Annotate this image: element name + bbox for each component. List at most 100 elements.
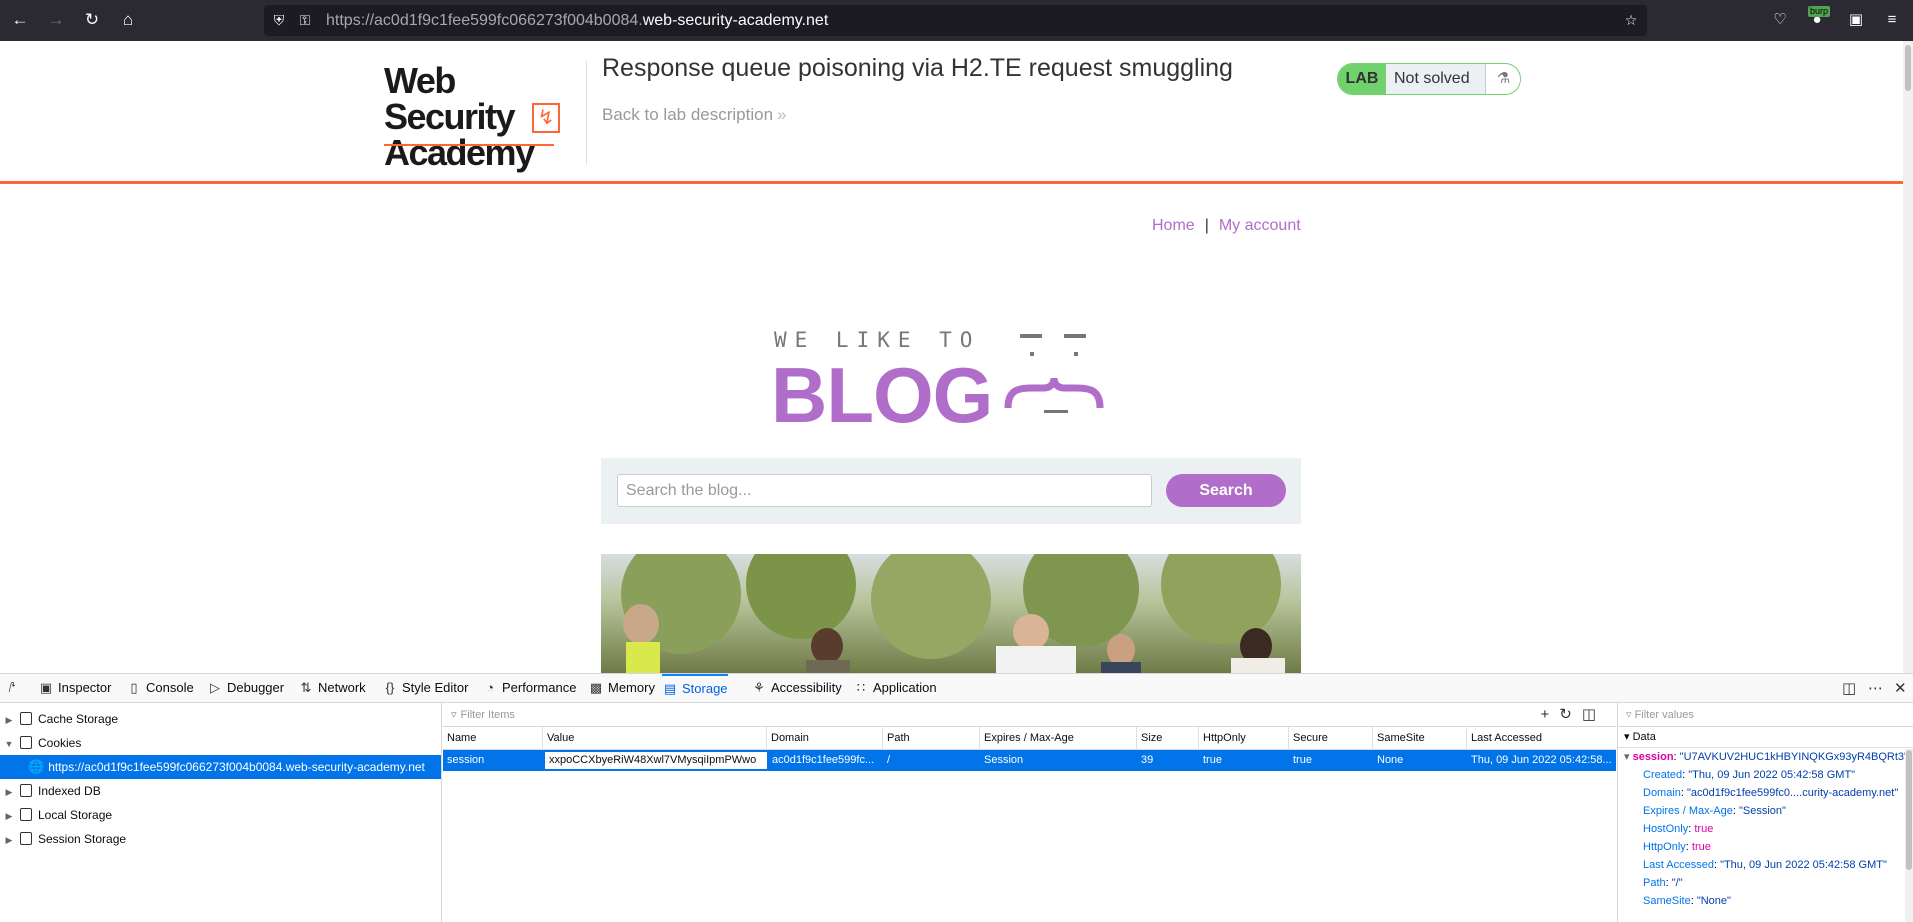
element-picker-icon[interactable]: ⭚ <box>4 674 24 702</box>
tree-indexed-db[interactable]: ▶ Indexed DB <box>0 779 441 803</box>
tab-console[interactable]: ▯ Console <box>126 674 193 702</box>
lab-title: Response queue poisoning via H2.TE reque… <box>602 54 1233 82</box>
tree-local-storage[interactable]: ▶ Local Storage <box>0 803 441 827</box>
pocket-icon[interactable]: ♡ <box>1769 10 1791 30</box>
data-entry-key: Expires / Max-Age <box>1643 805 1733 817</box>
col-name[interactable]: Name <box>443 727 543 750</box>
forward-arrow-icon[interactable]: → <box>46 10 66 30</box>
url-text[interactable]: https://ac0d1f9c1fee599fc066273f004b0084… <box>326 12 828 30</box>
bookmark-star-icon[interactable]: ☆ <box>1622 11 1640 29</box>
data-entry[interactable]: SameSite: "None" <box>1618 892 1913 910</box>
search-input[interactable]: Search the blog... <box>617 474 1152 507</box>
my-account-link[interactable]: My account <box>1219 217 1301 234</box>
cell-size[interactable]: 39 <box>1137 750 1199 771</box>
col-value[interactable]: Value <box>543 727 767 750</box>
dock-icon[interactable]: ◫ <box>1842 679 1856 697</box>
memory-icon: ▩ <box>589 680 603 695</box>
cell-samesite[interactable]: None <box>1373 750 1467 771</box>
accessibility-icon: ⚘ <box>753 680 765 695</box>
refresh-icon[interactable]: ↻ <box>1559 706 1582 723</box>
more-options-icon[interactable]: ⋯ <box>1868 679 1883 697</box>
header-divider <box>586 61 587 165</box>
shield-icon[interactable]: ⛨ <box>270 11 288 29</box>
col-httponly[interactable]: HttpOnly <box>1199 727 1289 750</box>
data-entry-key: HttpOnly <box>1643 841 1686 853</box>
tab-style-editor[interactable]: {} Style Editor <box>382 674 469 702</box>
col-secure[interactable]: Secure <box>1289 727 1373 750</box>
tree-cookies[interactable]: ▼ Cookies <box>0 731 441 755</box>
col-expires[interactable]: Expires / Max-Age <box>980 727 1137 750</box>
back-arrow-icon[interactable]: ← <box>10 10 30 30</box>
lab-header: Web Security Academy ↯ Response queue po… <box>0 41 1903 184</box>
home-icon[interactable]: ⌂ <box>118 10 138 30</box>
tab-debugger[interactable]: ▷ Debugger <box>207 674 284 702</box>
network-icon: ⇅ <box>300 680 312 695</box>
filter-items-input[interactable]: ▿ Filter Items <box>443 703 1616 727</box>
reload-icon[interactable]: ↻ <box>82 10 102 30</box>
cell-path[interactable]: / <box>883 750 980 771</box>
cell-value-editor[interactable]: xxpoCCXbyeRiW48Xwl7VMysqiIpmPWwo <box>544 751 768 770</box>
devtools-tabs: ⭚ ▣ Inspector ▯ Console ▷ Debugger ⇅ Network… <box>0 674 1913 703</box>
blog-post-image[interactable] <box>601 554 1301 673</box>
tab-performance[interactable]: ◔ Performance <box>482 674 576 702</box>
database-icon <box>20 832 32 845</box>
browser-toolbar: ← → ↻ ⌂ ⛨ ⚿ https://ac0d1f9c1fee599fc066… <box>0 0 1913 41</box>
col-samesite[interactable]: SameSite <box>1373 727 1467 750</box>
url-bar[interactable]: ⛨ ⚿ https://ac0d1f9c1fee599fc066273f004b… <box>264 5 1647 36</box>
data-scrollbar[interactable] <box>1905 749 1913 922</box>
data-entry-key: Created <box>1643 769 1683 781</box>
globe-icon: 🌐 <box>28 759 45 774</box>
cell-httponly[interactable]: true <box>1199 750 1289 771</box>
tab-memory[interactable]: ▩ Memory <box>588 674 655 702</box>
data-entry[interactable]: Expires / Max-Age: "Session" <box>1618 802 1913 820</box>
lab-badge: LAB <box>1338 64 1386 94</box>
academy-logo[interactable]: Web Security Academy ↯ <box>384 63 584 171</box>
data-entry[interactable]: HttpOnly: true <box>1618 838 1913 856</box>
tab-inspector[interactable]: ▣ Inspector <box>38 674 112 702</box>
tree-cache-storage[interactable]: ▶ Cache Storage <box>0 707 441 731</box>
database-icon <box>20 808 32 821</box>
lock-icon[interactable]: ⚿ <box>296 11 314 29</box>
col-path[interactable]: Path <box>883 727 980 750</box>
database-icon <box>20 736 32 749</box>
tab-application[interactable]: ∷ Application <box>853 674 937 702</box>
col-domain[interactable]: Domain <box>767 727 883 750</box>
database-icon <box>20 784 32 797</box>
filter-values-input[interactable]: ▿ Filter values <box>1618 703 1913 727</box>
data-entry[interactable]: Created: "Thu, 09 Jun 2022 05:42:58 GMT" <box>1618 766 1913 784</box>
data-entry-value: true <box>1694 823 1714 835</box>
cell-domain[interactable]: ac0d1f9c1fee599fc... <box>768 750 883 771</box>
cell-name[interactable]: session <box>443 750 543 771</box>
tree-session-storage[interactable]: ▶ Session Storage <box>0 827 441 851</box>
data-entry[interactable]: HostOnly: true <box>1618 820 1913 838</box>
flask-icon[interactable]: ⚗ <box>1485 64 1520 94</box>
data-root-entry[interactable]: ▾ session: "U7AVKUV2HUC1kHBYINQKGx93yR4B… <box>1618 748 1913 766</box>
filter-icon: ▿ <box>451 709 457 721</box>
cell-secure[interactable]: true <box>1289 750 1373 771</box>
tab-network[interactable]: ⇅ Network <box>298 674 366 702</box>
toggle-sidebar-icon[interactable]: ◫ <box>1582 706 1606 723</box>
col-size[interactable]: Size <box>1137 727 1199 750</box>
data-section-header[interactable]: ▾ Data <box>1618 727 1913 748</box>
lab-status-widget: LAB Not solved ⚗ <box>1337 63 1521 95</box>
close-icon[interactable]: ✕ <box>1894 679 1907 697</box>
data-entry[interactable]: Path: "/" <box>1618 874 1913 892</box>
data-entry-value: "Thu, 09 Jun 2022 05:42:58 GMT" <box>1688 769 1856 781</box>
cell-expires[interactable]: Session <box>980 750 1137 771</box>
tree-cookie-host[interactable]: 🌐 https://ac0d1f9c1fee599fc066273f004b008… <box>0 755 441 779</box>
web-page: Web Security Academy ↯ Response queue po… <box>0 41 1903 673</box>
table-row[interactable]: session xxpoCCXbyeRiW48Xwl7VMysqiIpmPWwo… <box>443 750 1616 771</box>
cell-last-accessed[interactable]: Thu, 09 Jun 2022 05:42:58... <box>1467 750 1616 771</box>
sidebar-icon[interactable]: ▣ <box>1845 10 1867 30</box>
col-last-accessed[interactable]: Last Accessed <box>1467 727 1616 750</box>
back-to-lab-link[interactable]: Back to lab description» <box>602 105 787 125</box>
home-link[interactable]: Home <box>1152 217 1195 234</box>
data-entry[interactable]: Last Accessed: "Thu, 09 Jun 2022 05:42:5… <box>1618 856 1913 874</box>
data-entry[interactable]: Domain: "ac0d1f9c1fee599fc0....curity-ac… <box>1618 784 1913 802</box>
add-item-icon[interactable]: + <box>1540 706 1559 723</box>
page-scrollbar[interactable] <box>1903 41 1913 673</box>
search-button[interactable]: Search <box>1166 474 1286 507</box>
tab-storage[interactable]: ▤ Storage <box>662 674 728 702</box>
tab-accessibility[interactable]: ⚘ Accessibility <box>751 674 842 702</box>
menu-icon[interactable]: ≡ <box>1881 10 1903 30</box>
